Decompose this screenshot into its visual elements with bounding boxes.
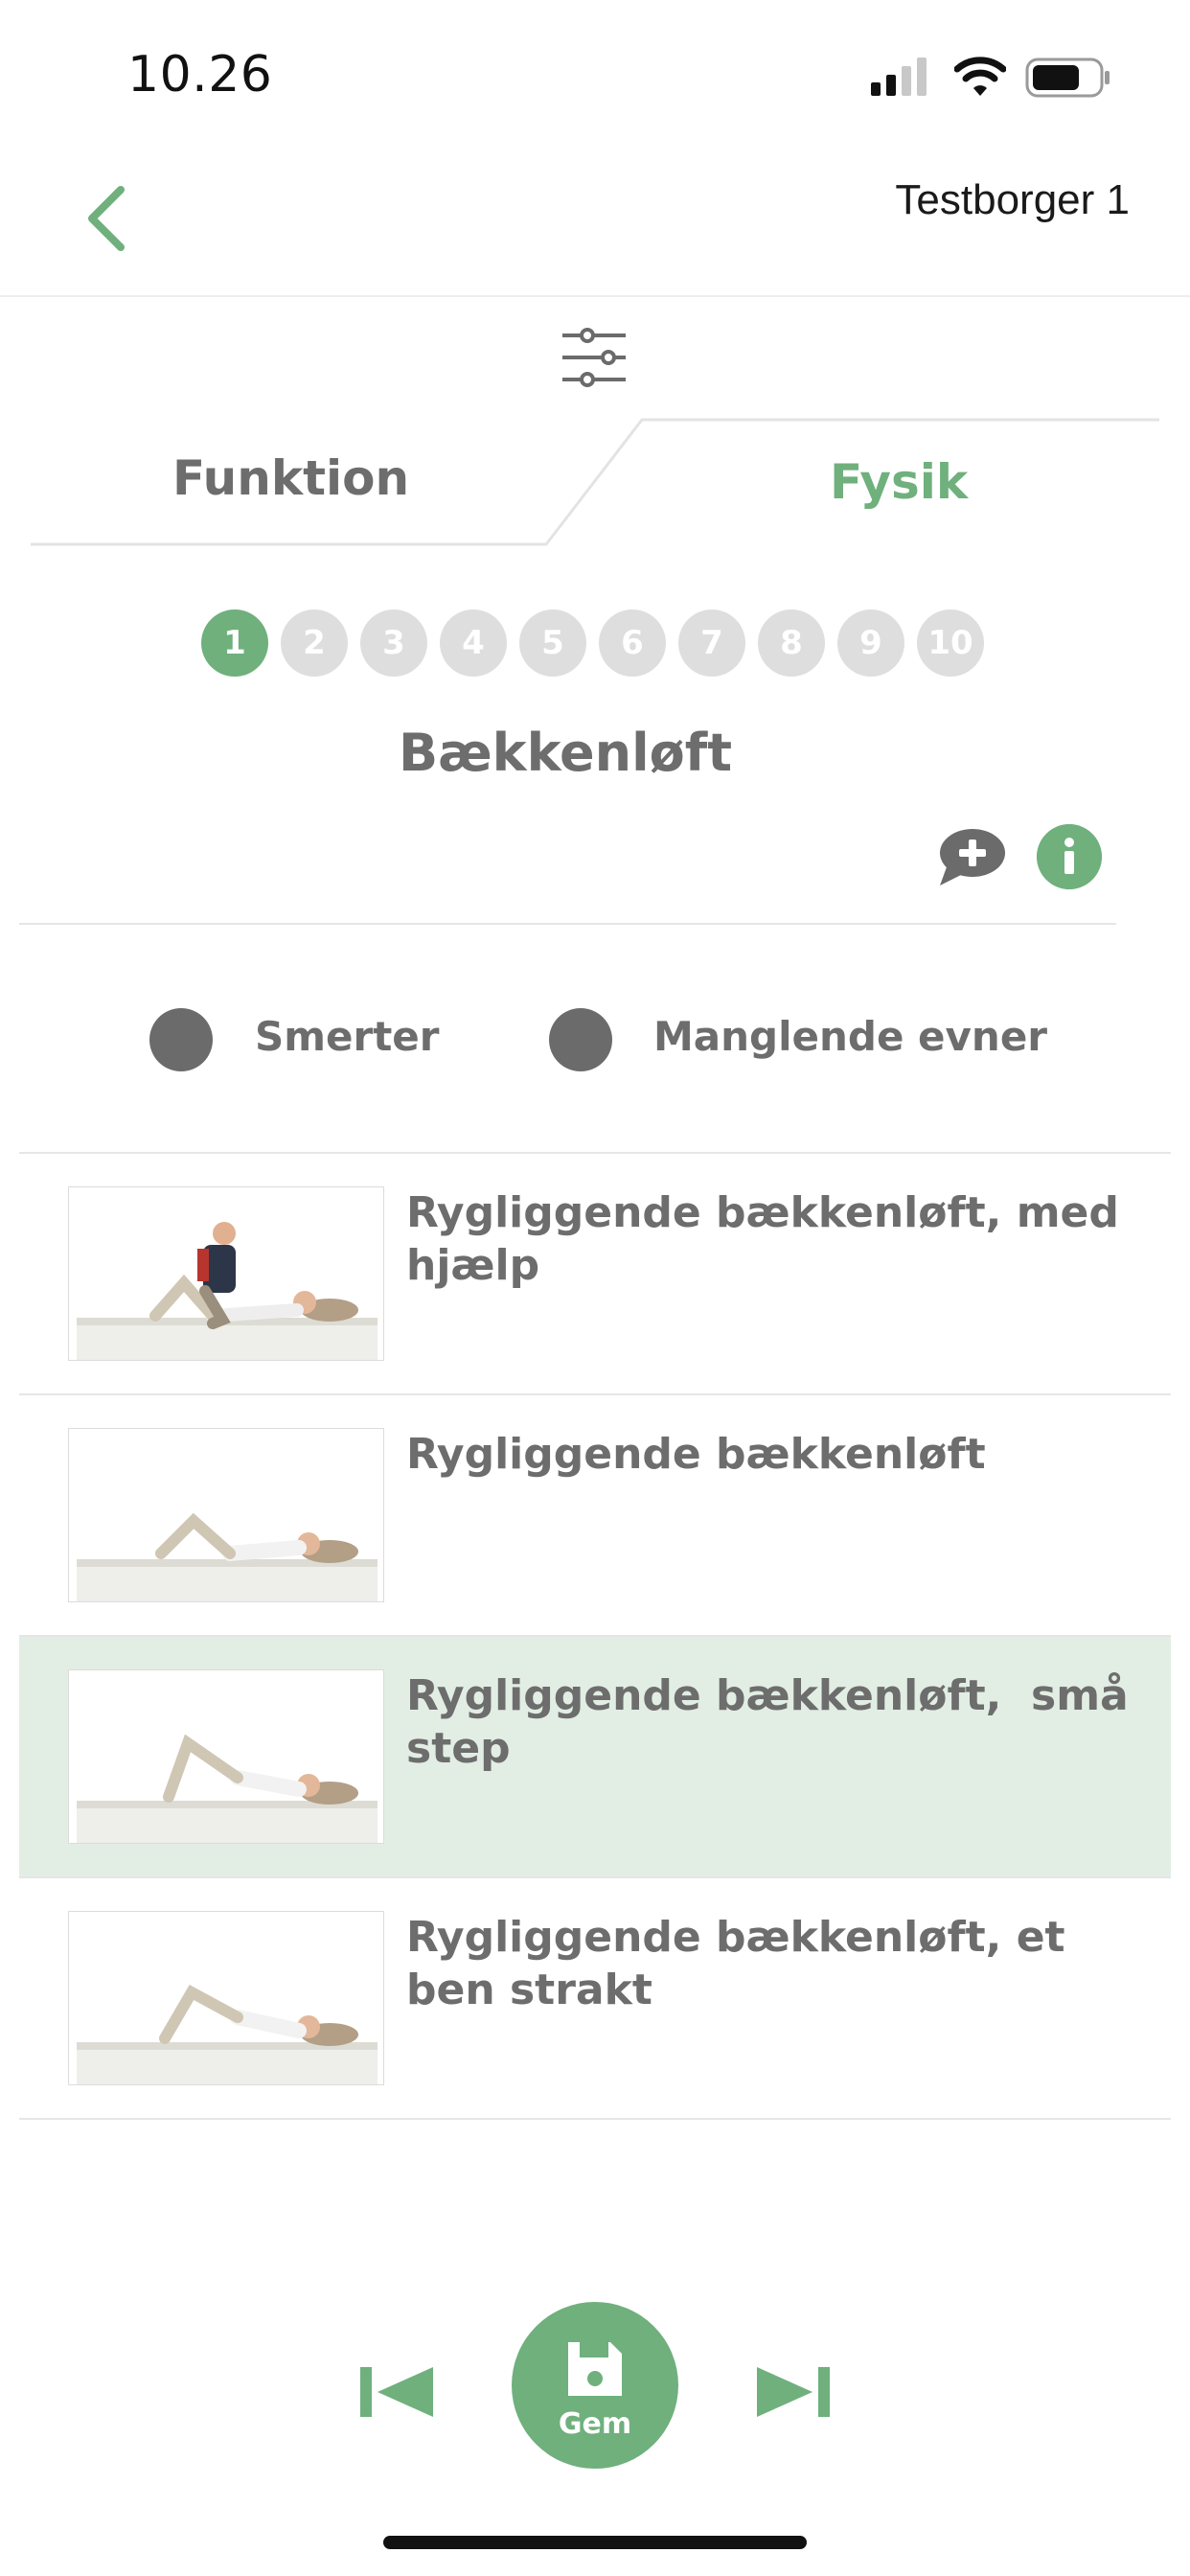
nav-divider [0,295,1190,297]
page-dot[interactable]: 8 [758,610,825,677]
exercise-option-label: Rygliggende bækkenløft [406,1430,986,1479]
info-icon[interactable] [1037,824,1102,889]
legend-label-smerter: Smerter [255,1013,440,1060]
save-label: Gem [558,2407,632,2441]
cellular-signal-icon [871,58,927,96]
exercise-thumbnail [68,1911,384,2085]
exercise-title: Bækkenløft [398,723,733,783]
wifi-icon [954,57,1006,96]
exercise-option-label: Rygliggende bækkenløft, med hjælp [406,1188,1134,1290]
back-chevron-icon[interactable] [79,180,136,257]
exercise-option-label: Rygliggende bækkenløft, små step [406,1671,1144,1773]
page-dot[interactable]: 4 [440,610,507,677]
exercise-option-label: Rygliggende bækkenløft, et ben strakt [406,1913,1080,2014]
home-indicator [383,2536,807,2549]
page-dot[interactable]: 2 [281,610,348,677]
page-dot[interactable]: 3 [360,610,427,677]
tab-funktion[interactable]: Funktion [172,450,409,506]
page-dot[interactable]: 1 [201,610,268,677]
legend-dot-smerter [149,1008,213,1071]
exercise-option[interactable]: Rygliggende bækkenløft, et ben strakt [19,1878,1171,2120]
battery-icon [1025,58,1110,98]
divider [19,923,1116,925]
legend-label-manglende-evner: Manglende evner [653,1013,1048,1060]
page-dot[interactable]: 9 [837,610,904,677]
exercise-thumbnail [68,1186,384,1361]
exercise-option[interactable]: Rygliggende bækkenløft, små step [19,1637,1171,1878]
save-icon [568,2342,622,2396]
status-time: 10.26 [127,46,273,104]
skip-previous-icon[interactable] [356,2363,437,2421]
exercise-thumbnail [68,1669,384,1844]
exercise-thumbnail [68,1428,384,1602]
legend-dot-manglende-evner [549,1008,612,1071]
exercise-option[interactable]: Rygliggende bækkenløft, med hjælp [19,1154,1171,1395]
exercise-option[interactable]: Rygliggende bækkenløft [19,1395,1171,1637]
comment-add-icon[interactable] [934,826,1007,889]
page-pagination: 1 2 3 4 5 6 7 8 9 10 [201,610,984,677]
nav-title: Testborger 1 [895,176,1130,223]
page-dot[interactable]: 5 [519,610,586,677]
page-dot[interactable]: 10 [917,610,984,677]
tab-fysik[interactable]: Fysik [830,454,968,510]
page-dot[interactable]: 7 [678,610,745,677]
save-button[interactable]: Gem [512,2302,678,2469]
page-dot[interactable]: 6 [599,610,666,677]
filter-sliders-icon[interactable] [561,326,628,389]
skip-next-icon[interactable] [753,2363,834,2421]
